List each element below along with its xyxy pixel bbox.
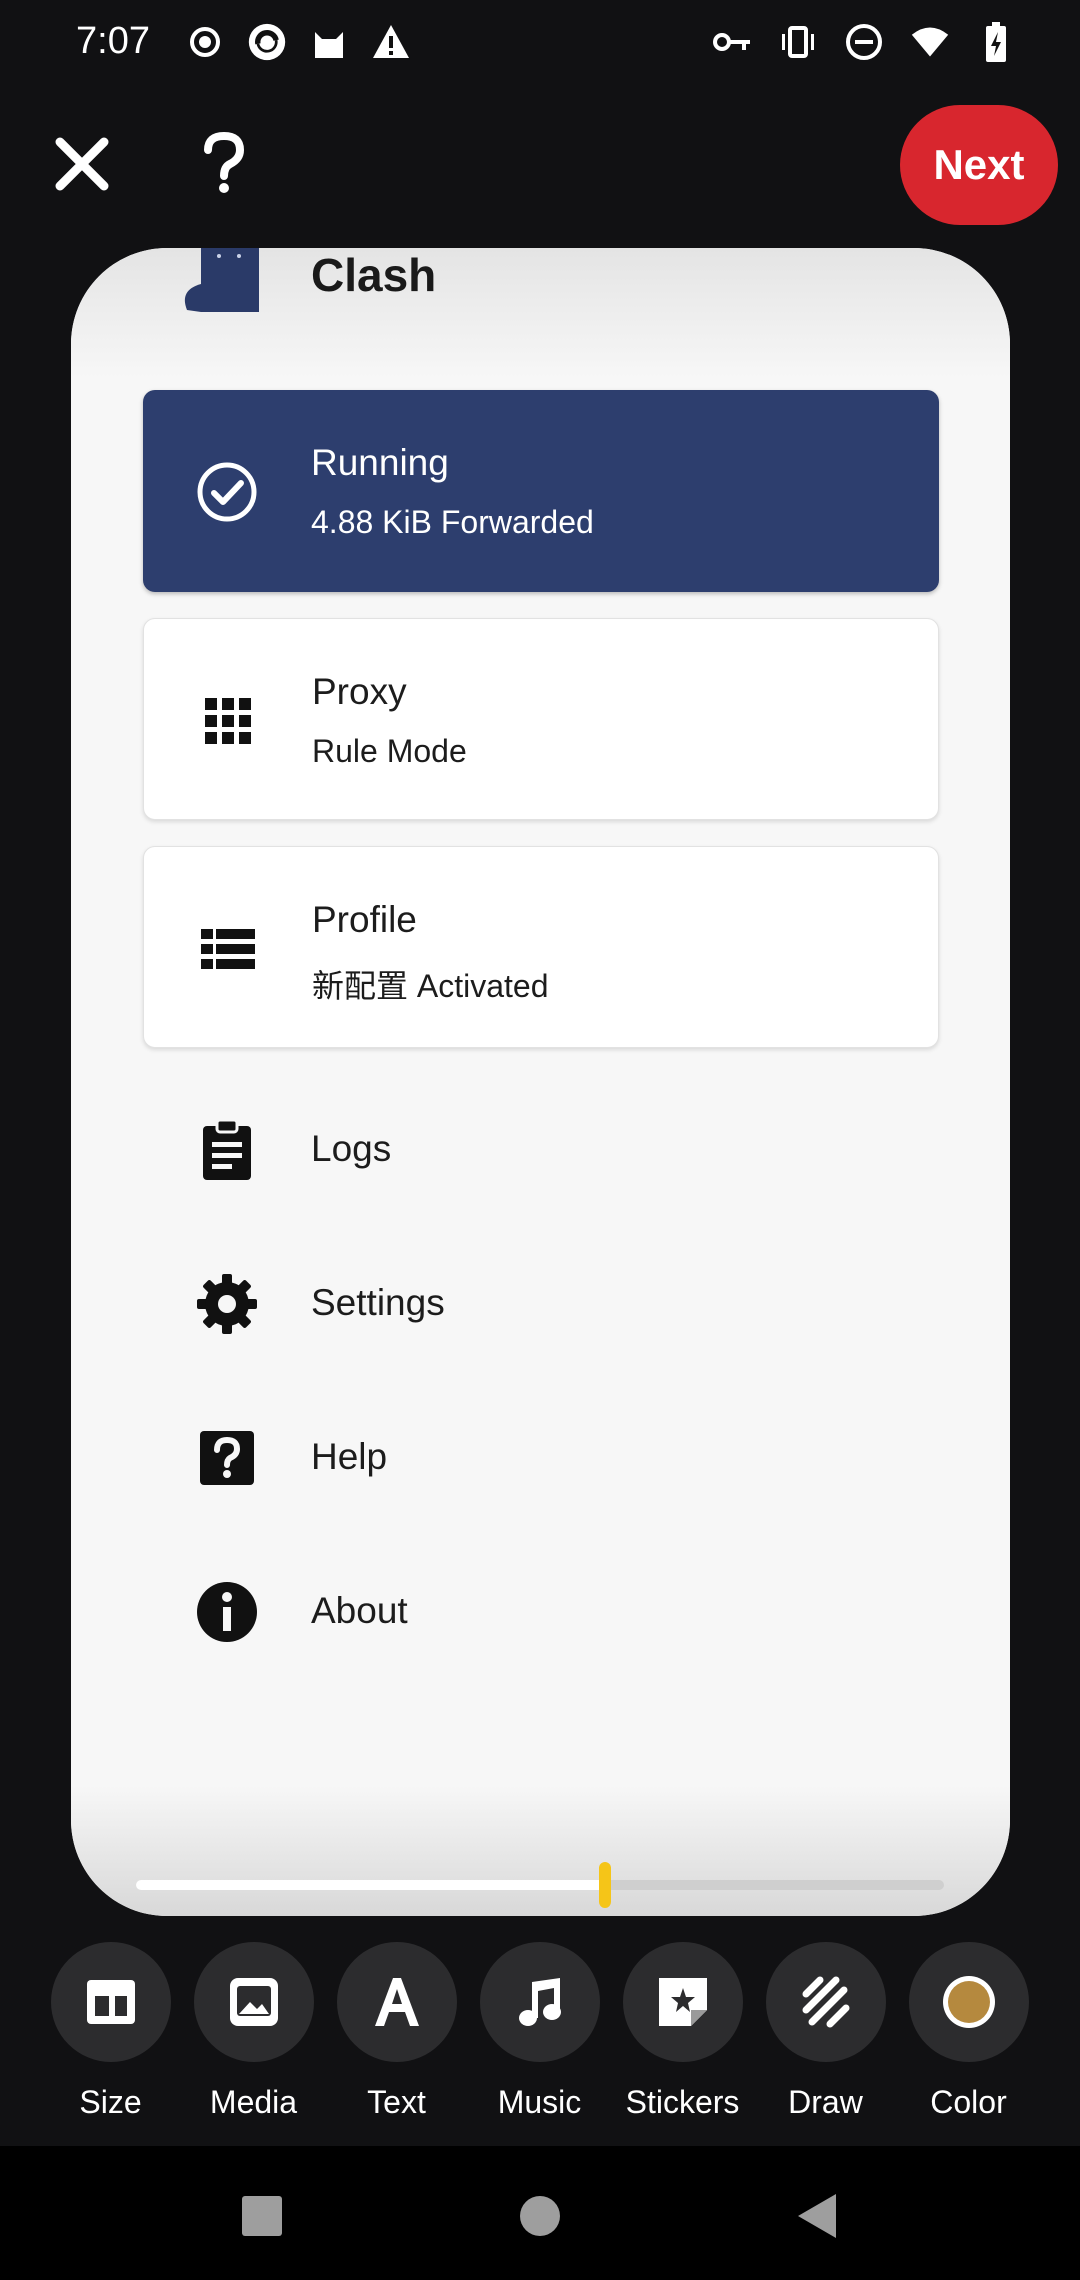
list-icon bbox=[201, 929, 255, 969]
running-card[interactable]: Running 4.88 KiB Forwarded bbox=[143, 390, 939, 592]
next-button[interactable]: Next bbox=[900, 105, 1058, 225]
status-time: 7:07 bbox=[76, 20, 150, 62]
tool-label: Color bbox=[930, 2084, 1007, 2120]
stickers-tool-button[interactable]: Stickers bbox=[611, 1942, 754, 2121]
profile-subtitle: 新配置 Activated bbox=[312, 968, 549, 1004]
grid-icon bbox=[205, 698, 251, 744]
square-icon bbox=[242, 2196, 282, 2236]
timeline-handle[interactable] bbox=[598, 1862, 611, 1908]
help-icon bbox=[200, 1431, 254, 1485]
vibrate-icon bbox=[778, 22, 818, 62]
app-title: Clash bbox=[311, 249, 437, 301]
color-tool-button[interactable]: Color bbox=[897, 1942, 1040, 2121]
profile-title: Profile bbox=[312, 899, 417, 940]
editor-toolbar: Size Media Text Music Stickers Draw Colo… bbox=[0, 1942, 1080, 2142]
close-button[interactable] bbox=[50, 132, 114, 196]
status-bar: 7:07 bbox=[0, 0, 1080, 86]
close-icon bbox=[55, 137, 109, 191]
menu-item-settings[interactable]: Settings bbox=[143, 1244, 939, 1364]
text-icon bbox=[374, 1978, 419, 2026]
record-icon bbox=[185, 22, 225, 62]
draw-tool-button[interactable]: Draw bbox=[754, 1942, 897, 2121]
battery-charging-icon bbox=[976, 22, 1016, 62]
back-button[interactable] bbox=[788, 2186, 848, 2246]
wifi-icon bbox=[910, 22, 950, 62]
recents-button[interactable] bbox=[232, 2186, 292, 2246]
menu-item-about[interactable]: About bbox=[143, 1552, 939, 1672]
check-circle-icon bbox=[197, 462, 257, 522]
app-notification-icon bbox=[247, 22, 287, 62]
gear-icon bbox=[197, 1274, 257, 1334]
status-right-icons bbox=[712, 22, 1016, 62]
color-icon bbox=[942, 1976, 995, 2028]
proxy-card[interactable]: Proxy Rule Mode bbox=[143, 618, 939, 820]
top-bar: Next bbox=[0, 100, 1080, 230]
draw-icon bbox=[802, 1976, 849, 2028]
draw-tool-circle bbox=[765, 1942, 886, 2062]
size-tool-circle bbox=[50, 1942, 171, 2062]
tool-label: Media bbox=[209, 2084, 298, 2120]
proxy-subtitle: Rule Mode bbox=[312, 733, 467, 769]
back-triangle-icon bbox=[798, 2194, 836, 2238]
tool-label: Music bbox=[497, 2084, 582, 2120]
preview-card: Clash Running 4.88 KiB Forwarded Proxy R… bbox=[71, 248, 1010, 1916]
app-header: Clash bbox=[71, 248, 1010, 378]
navigation-bar bbox=[0, 2146, 1080, 2280]
tool-label: Size bbox=[79, 2084, 142, 2120]
running-subtitle: 4.88 KiB Forwarded bbox=[311, 504, 594, 540]
clipboard-icon bbox=[203, 1118, 251, 1180]
question-mark-icon bbox=[204, 132, 245, 193]
text-tool-circle bbox=[336, 1942, 457, 2062]
status-left-icons bbox=[185, 22, 411, 62]
cat-icon bbox=[309, 22, 349, 62]
warning-icon bbox=[371, 22, 411, 62]
color-tool-circle bbox=[908, 1942, 1029, 2062]
timeline-track[interactable] bbox=[136, 1862, 944, 1908]
size-icon bbox=[86, 1980, 135, 2024]
menu-item-logs[interactable]: Logs bbox=[143, 1090, 939, 1210]
clash-logo bbox=[184, 248, 259, 312]
help-button[interactable] bbox=[192, 132, 256, 196]
info-icon bbox=[197, 1582, 257, 1642]
profile-card[interactable]: Profile 新配置 Activated bbox=[143, 846, 939, 1048]
running-title: Running bbox=[311, 442, 449, 483]
music-icon bbox=[518, 1978, 561, 2026]
text-tool-button[interactable]: Text bbox=[325, 1942, 468, 2121]
menu-item-label: About bbox=[311, 1590, 408, 1631]
timeline-progress bbox=[136, 1880, 605, 1890]
stickers-tool-circle bbox=[622, 1942, 743, 2062]
tool-label: Stickers bbox=[625, 2084, 740, 2120]
menu-item-help[interactable]: Help bbox=[143, 1398, 939, 1518]
media-icon bbox=[229, 1978, 278, 2026]
vpn-key-icon bbox=[712, 22, 752, 62]
size-tool-button[interactable]: Size bbox=[39, 1942, 182, 2121]
tool-label: Text bbox=[367, 2084, 426, 2120]
home-button[interactable] bbox=[510, 2186, 570, 2246]
music-tool-circle bbox=[479, 1942, 600, 2062]
stickers-icon bbox=[658, 1978, 707, 2026]
music-tool-button[interactable]: Music bbox=[468, 1942, 611, 2121]
tool-label: Draw bbox=[788, 2084, 863, 2120]
card-bottom-fade bbox=[71, 1786, 1010, 1916]
do-not-disturb-icon bbox=[844, 22, 884, 62]
media-tool-button[interactable]: Media bbox=[182, 1942, 325, 2121]
menu-item-label: Logs bbox=[311, 1128, 392, 1169]
menu-item-label: Help bbox=[311, 1436, 388, 1477]
media-tool-circle bbox=[193, 1942, 314, 2062]
circle-icon bbox=[520, 2196, 560, 2236]
proxy-title: Proxy bbox=[312, 671, 407, 712]
menu-item-label: Settings bbox=[311, 1282, 445, 1323]
